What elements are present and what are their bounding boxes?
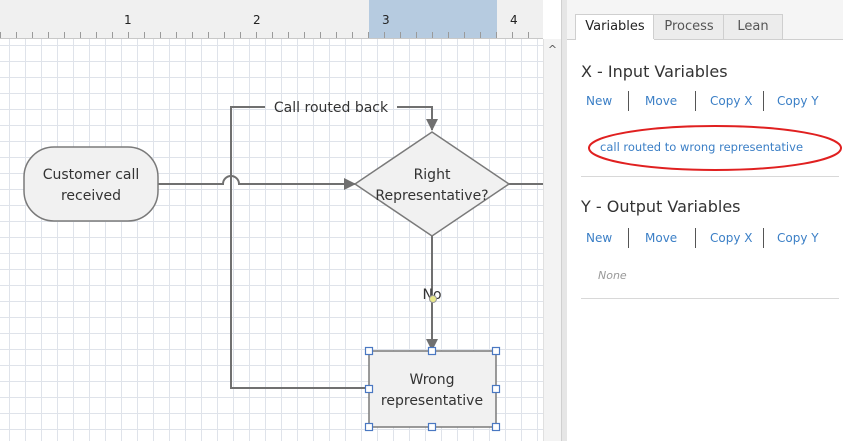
start-node-label: received <box>61 188 121 204</box>
input-move-link[interactable]: Move <box>645 94 677 108</box>
panel-tabs: Variables Process Lean <box>567 0 843 40</box>
output-empty-text: None <box>598 269 627 282</box>
horizontal-ruler: 1 2 3 4 <box>0 0 543 39</box>
input-new-link[interactable]: New <box>586 94 612 108</box>
section-divider <box>581 298 839 299</box>
decision-node-label: Representative? <box>375 188 488 204</box>
ruler-tick <box>480 32 481 38</box>
connector-start-to-decision[interactable] <box>158 175 356 190</box>
output-variables-title: Y - Output Variables <box>581 197 741 216</box>
ruler-tick <box>240 32 241 38</box>
ruler-tick <box>224 32 225 38</box>
start-node-shape[interactable] <box>23 146 159 222</box>
connector-loop-back[interactable] <box>230 106 432 389</box>
ruler-tick <box>368 32 369 38</box>
selection-handle[interactable] <box>427 422 437 432</box>
ruler-tick <box>16 32 17 38</box>
decision-node-shape[interactable] <box>353 131 511 237</box>
output-new-link[interactable]: New <box>586 231 612 245</box>
ruler-tick <box>464 32 465 38</box>
chevron-up-icon[interactable]: ^ <box>544 43 561 57</box>
ruler-tick <box>336 32 337 38</box>
vertical-scrollbar[interactable]: ^ <box>543 39 561 441</box>
ruler-tick <box>448 32 449 38</box>
ruler-tick <box>96 32 97 38</box>
ruler-tick <box>176 32 177 38</box>
ruler-tick <box>272 32 273 38</box>
action-separator <box>763 91 764 111</box>
ruler-tick <box>400 32 401 38</box>
decision-node-label: Right <box>414 167 451 183</box>
action-separator <box>695 91 696 111</box>
selection-handle[interactable] <box>491 384 501 394</box>
ruler-tick <box>144 32 145 38</box>
ruler-mark: 1 <box>124 13 132 27</box>
ruler-tick <box>160 32 161 38</box>
selection-handle[interactable] <box>364 422 374 432</box>
process-node-label: Wrong <box>410 372 455 388</box>
ruler-tick <box>80 32 81 38</box>
ruler-mark: 3 <box>382 13 390 27</box>
tab-lean[interactable]: Lean <box>723 14 783 39</box>
ruler-tick <box>48 32 49 38</box>
ruler-tick <box>512 32 513 38</box>
action-separator <box>628 228 629 248</box>
action-separator <box>628 91 629 111</box>
ruler-tick <box>256 32 257 38</box>
ruler-tick <box>208 32 209 38</box>
selection-handle[interactable] <box>364 346 374 356</box>
loop-connector-label: Call routed back <box>274 100 389 116</box>
ruler-tick <box>432 32 433 38</box>
ruler-tick <box>352 32 353 38</box>
start-node-label: Customer call <box>43 167 140 183</box>
ruler-tick <box>128 32 129 38</box>
connector-midpoint-handle[interactable] <box>429 295 437 303</box>
ruler-mark: 2 <box>253 13 261 27</box>
tab-variables[interactable]: Variables <box>575 14 655 40</box>
selection-handle[interactable] <box>427 346 437 356</box>
action-separator <box>763 228 764 248</box>
selection-handle[interactable] <box>491 346 501 356</box>
ruler-tick <box>0 32 1 38</box>
selection-handle[interactable] <box>364 384 374 394</box>
process-node-label: representative <box>381 393 483 409</box>
ruler-tick <box>64 32 65 38</box>
input-copy-x-link[interactable]: Copy X <box>710 94 752 108</box>
highlight-ellipse <box>588 125 842 171</box>
diagram-canvas[interactable]: Customer call received Right Representat… <box>0 39 543 441</box>
section-divider <box>581 176 839 177</box>
input-copy-y-link[interactable]: Copy Y <box>777 94 819 108</box>
output-move-link[interactable]: Move <box>645 231 677 245</box>
properties-panel: Variables Process Lean X - Input Variabl… <box>567 0 843 441</box>
output-copy-y-link[interactable]: Copy Y <box>777 231 819 245</box>
ruler-tick <box>112 32 113 38</box>
input-variables-title: X - Input Variables <box>581 62 728 81</box>
output-copy-x-link[interactable]: Copy X <box>710 231 752 245</box>
ruler-tick <box>320 32 321 38</box>
tab-process[interactable]: Process <box>653 14 725 39</box>
action-separator <box>695 228 696 248</box>
ruler-tick <box>304 32 305 38</box>
ruler-tick <box>32 32 33 38</box>
ruler-tick <box>496 32 497 38</box>
selection-handle[interactable] <box>491 422 501 432</box>
ruler-tick <box>384 32 385 38</box>
ruler-tick <box>192 32 193 38</box>
process-node-shape[interactable] <box>368 350 497 428</box>
ruler-tick <box>528 32 529 38</box>
flowchart: Customer call received Right Representat… <box>23 100 543 432</box>
ruler-mark: 4 <box>510 13 518 27</box>
ruler-tick <box>288 32 289 38</box>
ruler-tick <box>416 32 417 38</box>
